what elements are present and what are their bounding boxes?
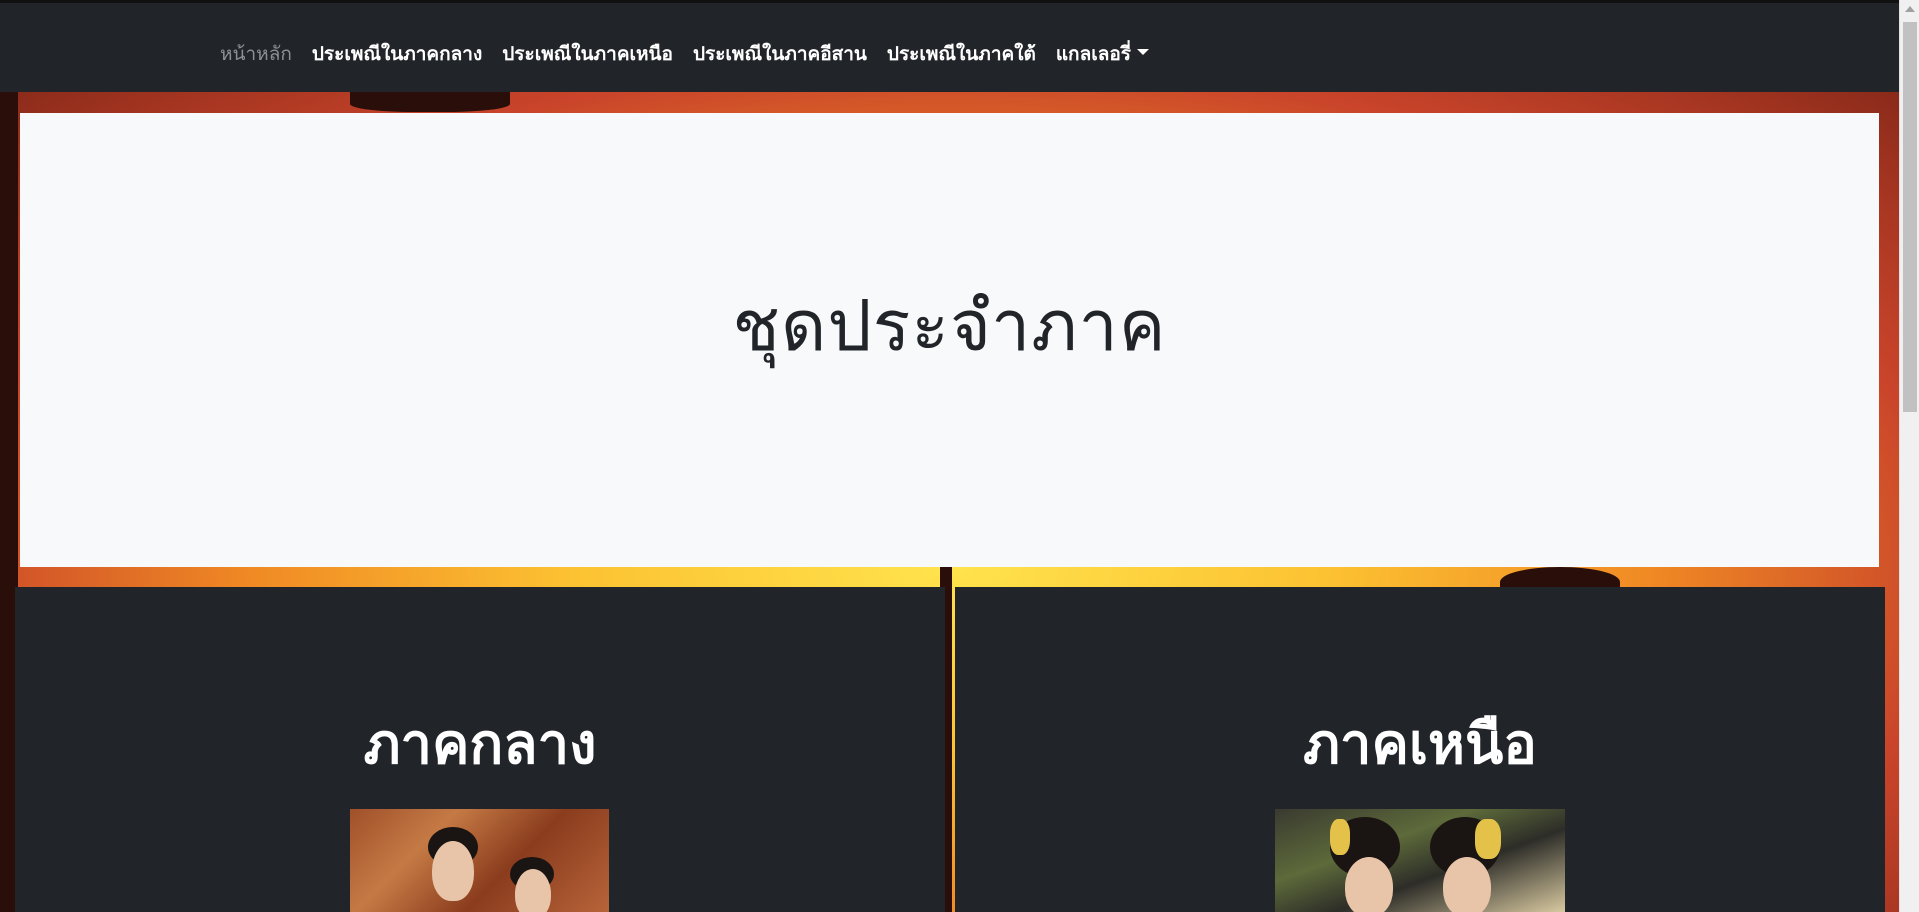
nav-northeastern-traditions[interactable]: ประเพณีในภาคอีสาน (683, 39, 877, 69)
region-title-central: ภาคกลาง (363, 712, 597, 777)
photo-detail (1443, 857, 1491, 912)
central-costume-photo (350, 809, 609, 912)
scroll-thumb[interactable] (1903, 22, 1917, 412)
nav-northern-traditions[interactable]: ประเพณีในภาคเหนือ (492, 39, 683, 69)
northern-costume-photo (1275, 809, 1565, 912)
photo-detail (1345, 857, 1393, 912)
caret-down-icon (1136, 48, 1149, 55)
nav-home[interactable]: หน้าหลัก (210, 39, 302, 69)
hero-jumbotron: ชุดประจำภาค (20, 113, 1879, 567)
photo-detail (515, 869, 551, 912)
nav-list: หน้าหลัก ประเพณีในภาคกลาง ประเพณีในภาคเห… (210, 39, 1159, 69)
region-title-northern: ภาคเหนือ (1303, 712, 1537, 777)
nav-central-traditions[interactable]: ประเพณีในภาคกลาง (302, 39, 492, 69)
nav-southern-traditions[interactable]: ประเพณีในภาคใต้ (877, 39, 1046, 69)
region-card-central: ภาคกลาง (15, 587, 945, 912)
photo-detail (432, 841, 474, 901)
nav-gallery-dropdown[interactable]: แกลเลอรี่ (1046, 39, 1159, 69)
page-scrollbar[interactable] (1899, 0, 1919, 912)
region-card-northern: ภาคเหนือ (955, 587, 1885, 912)
hero-title: ชุดประจำภาค (732, 284, 1167, 367)
temple-silhouette (350, 92, 510, 112)
photo-detail (1475, 819, 1501, 859)
scroll-up-arrow-icon[interactable] (1905, 6, 1915, 12)
top-navbar: หน้าหลัก ประเพณีในภาคกลาง ประเพณีในภาคเห… (0, 0, 1899, 92)
photo-detail (1330, 819, 1350, 855)
nav-gallery-label: แกลเลอรี่ (1055, 43, 1131, 65)
